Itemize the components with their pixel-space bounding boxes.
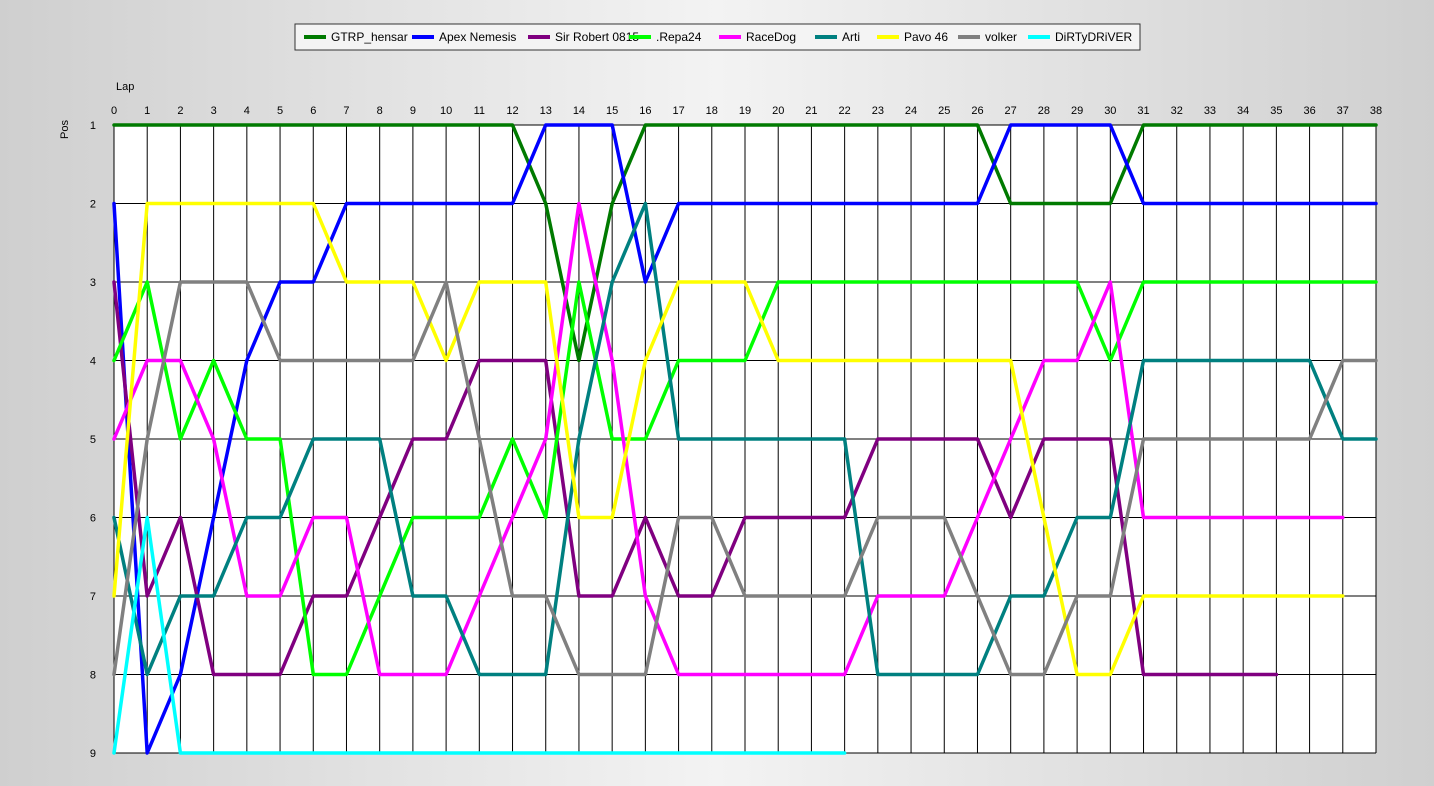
x-tick-label: 11 [474,105,485,117]
x-tick-label: 8 [377,105,383,117]
x-tick-label: 35 [1270,105,1282,117]
legend-label: GTRP_hensar [331,30,408,44]
y-tick-label: 4 [90,356,96,368]
race-position-chart: GTRP_hensar Apex Nemesis Sir Robert 0815 .R… [59,23,1382,760]
x-tick-label: 14 [573,105,585,117]
y-tick-label: 8 [90,670,96,682]
x-tick-label: 21 [805,105,817,117]
y-tick-label: 1 [90,120,96,132]
x-tick-label: 3 [211,105,217,117]
x-tick-label: 2 [177,105,183,117]
x-tick-label: 17 [672,105,684,117]
x-tick-label: 34 [1237,105,1249,117]
x-tick-label: 1 [144,105,150,117]
x-tick-label: 36 [1303,105,1315,117]
x-tick-label: 6 [310,105,316,117]
legend-label: Apex Nemesis [439,30,516,44]
x-tick-label: 0 [111,105,117,117]
y-tick-label: 3 [90,277,96,289]
y-tick-label: 5 [90,434,96,446]
legend: GTRP_hensar Apex Nemesis Sir Robert 0815 .R… [294,23,1141,51]
x-tick-label: 22 [839,105,851,117]
x-tick-label: 12 [506,105,518,117]
legend-label: Arti [842,30,860,44]
legend-label: volker [985,30,1017,44]
y-tick-label: 9 [90,748,96,760]
x-tick-label: 19 [739,105,751,117]
x-axis-title: Lap [116,81,134,93]
legend-label: DiRTyDRiVER [1055,30,1132,44]
y-tick-label: 6 [90,513,96,525]
x-tick-label: 25 [938,105,950,117]
x-tick-label: 29 [1071,105,1083,117]
x-tick-label: 5 [277,105,283,117]
y-axis-title: Pos [59,120,71,139]
x-tick-label: 10 [440,105,452,117]
x-tick-label: 31 [1137,105,1149,117]
x-tick-label: 15 [606,105,618,117]
legend-label: Pavo 46 [904,30,948,44]
x-tick-label: 7 [343,105,349,117]
x-tick-label: 23 [872,105,884,117]
legend-label: .Repa24 [656,30,702,44]
x-tick-label: 28 [1038,105,1050,117]
x-tick-label: 4 [244,105,250,117]
x-tick-label: 20 [772,105,784,117]
x-tick-label: 33 [1204,105,1216,117]
x-tick-label: 24 [905,105,917,117]
y-axis-ticks: 1 2 3 4 5 6 7 8 9 [90,120,96,760]
x-axis-ticks: 0 1 2 3 4 5 6 7 8 9 10 11 12 13 14 15 16 17 18 19 20 21 22 23 24… [111,105,1382,117]
x-tick-label: 18 [706,105,718,117]
legend-label: RaceDog [746,30,796,44]
x-tick-label: 38 [1370,105,1382,117]
x-tick-label: 32 [1171,105,1183,117]
y-tick-label: 2 [90,199,96,211]
x-tick-label: 27 [1005,105,1017,117]
x-tick-label: 37 [1337,105,1349,117]
x-tick-label: 16 [639,105,651,117]
x-tick-label: 30 [1104,105,1116,117]
x-tick-label: 13 [540,105,552,117]
x-tick-label: 9 [410,105,416,117]
legend-label: Sir Robert 0815 [555,30,639,44]
y-tick-label: 7 [90,591,96,603]
x-tick-label: 26 [971,105,983,117]
